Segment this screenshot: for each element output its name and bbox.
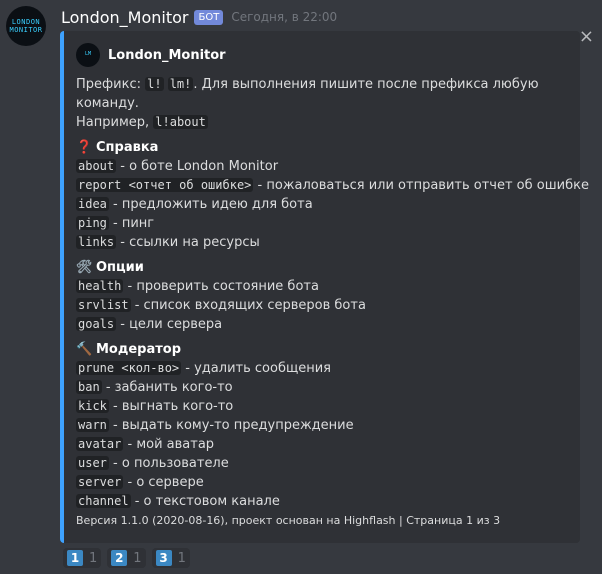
command-row: ping - пинг bbox=[76, 214, 570, 233]
command-row: user - о пользователе bbox=[76, 454, 570, 473]
reactions: 1 1 2 1 3 1 bbox=[63, 548, 196, 568]
reaction-3[interactable]: 3 1 bbox=[151, 548, 190, 568]
command-row: goals - цели сервера bbox=[76, 315, 570, 334]
command-description: - о текстовом канале bbox=[130, 494, 280, 509]
command-row: server - о сервере bbox=[76, 473, 570, 492]
command-code: ping bbox=[76, 216, 109, 230]
command-row: channel - о текстовом канале bbox=[76, 492, 570, 511]
example-code: l!about bbox=[153, 115, 208, 129]
message-header: London_Monitor БОТ Сегодня, в 22:00 bbox=[61, 6, 337, 28]
command-description: - список входящих серверов бота bbox=[130, 298, 366, 313]
command-code: idea bbox=[76, 197, 109, 211]
command-code: user bbox=[76, 456, 109, 470]
reaction-count: 1 bbox=[177, 550, 186, 566]
command-description: - забанить кого-то bbox=[101, 380, 233, 395]
embed-field: ❓ Справка about - о боте London Monitor rep… bbox=[76, 138, 589, 252]
command-description: - о боте London Monitor bbox=[116, 159, 279, 174]
embed-footer: Версия 1.1.0 (2020-08-16), проект основа… bbox=[76, 514, 501, 527]
command-description: - о сервере bbox=[123, 475, 204, 490]
command-code: about bbox=[76, 159, 117, 173]
command-code: server bbox=[76, 475, 124, 489]
command-description: - проверить состояние бота bbox=[123, 279, 319, 294]
embed: LM London_Monitor Префикс: l! lm!. Для в… bbox=[60, 31, 589, 543]
command-code: channel bbox=[76, 494, 131, 508]
command-code: warn bbox=[76, 418, 109, 432]
command-description: - выдать кому-то предупреждение bbox=[108, 418, 354, 433]
bot-tag: БОТ bbox=[194, 9, 224, 25]
command-description: - выгнать кого-то bbox=[108, 399, 234, 414]
command-description: - предложить идею для бота bbox=[108, 197, 313, 212]
keycap-2-icon: 2 bbox=[111, 550, 128, 566]
timestamp: Сегодня, в 22:00 bbox=[231, 10, 338, 24]
command-code: goals bbox=[76, 317, 117, 331]
prefix-code-1: l! bbox=[145, 77, 164, 91]
command-description: - удалить сообщения bbox=[181, 361, 331, 376]
command-row: report <отчет об ошибке> - пожаловаться … bbox=[76, 176, 589, 195]
question-icon: ❓ bbox=[76, 140, 93, 155]
command-code: report <отчет об ошибке> bbox=[76, 178, 254, 192]
reaction-count: 1 bbox=[133, 550, 142, 566]
author-avatar: LM bbox=[76, 43, 100, 67]
command-row: prune <кол-во> - удалить сообщения bbox=[76, 359, 570, 378]
reaction-1[interactable]: 1 1 bbox=[63, 548, 102, 568]
field-title-text: Справка bbox=[96, 140, 159, 155]
command-description: - цели сервера bbox=[116, 317, 223, 332]
command-row: health - проверить состояние бота bbox=[76, 277, 570, 296]
field-title: 🔨 Модератор bbox=[76, 340, 570, 359]
avatar-logo: LONDON MONITOR bbox=[9, 18, 43, 34]
close-icon[interactable]: × bbox=[579, 28, 594, 46]
command-row: warn - выдать кому-то предупреждение bbox=[76, 416, 570, 435]
command-row: idea - предложить идею для бота bbox=[76, 195, 570, 214]
embed-description: Префикс: l! lm!. Для выполнения пишите п… bbox=[76, 75, 570, 132]
prefix-label: Префикс: bbox=[76, 77, 141, 92]
username[interactable]: London_Monitor bbox=[61, 8, 188, 27]
tools-icon: 🛠 bbox=[76, 260, 93, 275]
reaction-count: 1 bbox=[89, 550, 98, 566]
command-description: - о пользователе bbox=[108, 456, 229, 471]
command-row: kick - выгнать кого-то bbox=[76, 397, 570, 416]
keycap-3-icon: 3 bbox=[155, 550, 172, 566]
command-row: avatar - мой аватар bbox=[76, 435, 570, 454]
field-title-text: Опции bbox=[96, 260, 144, 275]
command-code: kick bbox=[76, 399, 109, 413]
command-code: srvlist bbox=[76, 298, 131, 312]
command-code: links bbox=[76, 235, 117, 249]
command-code: avatar bbox=[76, 437, 124, 451]
command-row: links - ссылки на ресурсы bbox=[76, 233, 570, 252]
command-description: - пожаловаться или отправить отчет об ош… bbox=[253, 178, 589, 193]
command-row: about - о боте London Monitor bbox=[76, 157, 570, 176]
field-title: ❓ Справка bbox=[76, 138, 570, 157]
field-title-text: Модератор bbox=[96, 342, 182, 357]
description-text-2: Например, bbox=[76, 115, 150, 130]
prefix-code-2: lm! bbox=[167, 77, 194, 91]
avatar[interactable]: LONDON MONITOR bbox=[6, 6, 46, 46]
embed-author: LM London_Monitor bbox=[76, 43, 570, 67]
command-code: prune <кол-во> bbox=[76, 361, 182, 375]
keycap-1-icon: 1 bbox=[67, 550, 83, 566]
hammer-icon: 🔨 bbox=[76, 342, 93, 357]
command-description: - ссылки на ресурсы bbox=[116, 235, 260, 250]
field-title: 🛠 Опции bbox=[76, 258, 570, 277]
command-description: - мой аватар bbox=[123, 437, 215, 452]
embed-field: 🔨 Модератор prune <кол-во> - удалить сообщ… bbox=[76, 340, 570, 511]
reaction-2[interactable]: 2 1 bbox=[107, 548, 146, 568]
command-code: health bbox=[76, 279, 124, 293]
command-row: ban - забанить кого-то bbox=[76, 378, 570, 397]
command-description: - пинг bbox=[108, 216, 155, 231]
author-name: London_Monitor bbox=[108, 47, 226, 63]
command-row: srvlist - список входящих серверов бота bbox=[76, 296, 570, 315]
embed-field: 🛠 Опции health - проверить состояние бота s… bbox=[76, 258, 570, 334]
command-code: ban bbox=[76, 380, 102, 394]
